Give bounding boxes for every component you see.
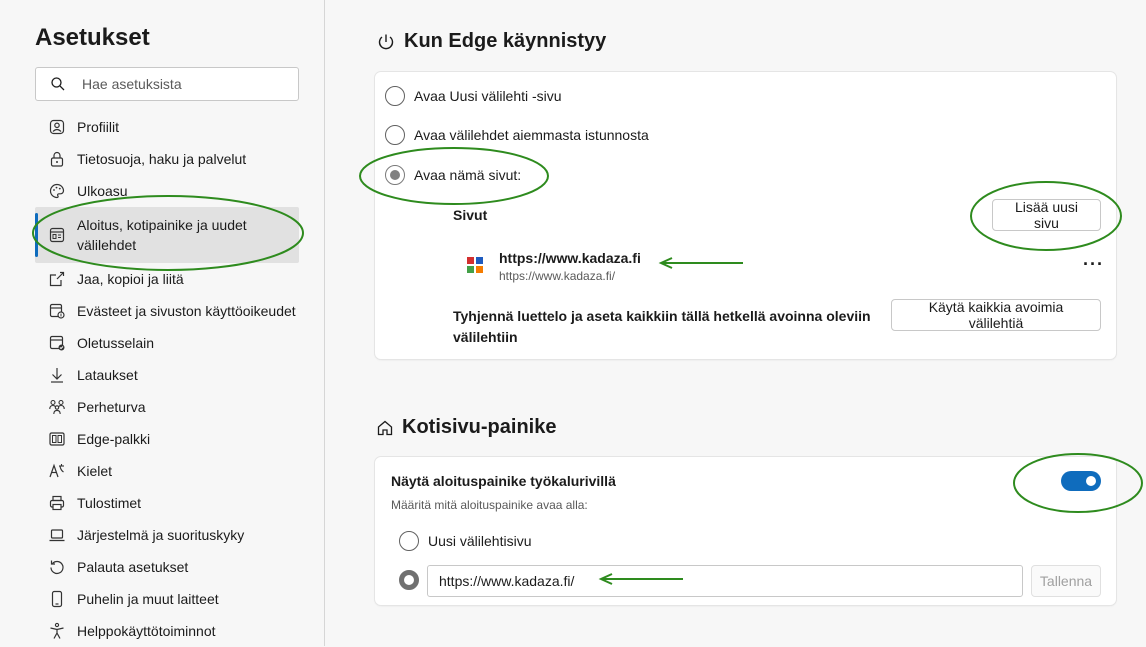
- sidebar-item-label: Edge-palkki: [77, 431, 151, 447]
- sidebar-item-languages[interactable]: Kielet: [35, 455, 299, 487]
- home-option-custom-url[interactable]: [399, 570, 428, 590]
- printer-icon: [49, 495, 65, 511]
- settings-sidebar: Asetukset Profiilit Tietosuoja, haku ja …: [0, 0, 325, 646]
- sidebar-item-label: Tietosuoja, haku ja palvelut: [77, 151, 247, 167]
- search-box[interactable]: [35, 67, 299, 101]
- power-icon: [378, 34, 394, 49]
- sidebar-item-label: Oletusselain: [77, 335, 155, 351]
- sidebar-item-family[interactable]: Perheturva: [35, 391, 299, 423]
- startup-option-specific-pages[interactable]: Avaa nämä sivut:: [385, 165, 521, 185]
- sidebar-nav: Profiilit Tietosuoja, haku ja palvelut U…: [35, 111, 299, 647]
- startup-option-label: Avaa nämä sivut:: [414, 167, 522, 183]
- startup-option-new-tab[interactable]: Avaa Uusi välilehti -sivu: [385, 86, 562, 106]
- sidebar-item-label: Helppokäyttötoiminnot: [77, 623, 216, 639]
- sidebar-item-label: Lataukset: [77, 367, 138, 383]
- use-all-tabs-button[interactable]: Käytä kaikkia avoimia välilehtiä: [891, 299, 1101, 331]
- default-browser-icon: [49, 335, 65, 351]
- accessibility-icon: [50, 622, 64, 639]
- home-button-card: Näytä aloituspainike työkalurivillä Määr…: [375, 457, 1116, 605]
- languages-icon: [49, 463, 64, 478]
- sidebar-item-privacy[interactable]: Tietosuoja, haku ja palvelut: [35, 143, 299, 175]
- home-url-input[interactable]: [427, 565, 1023, 597]
- sidebar-item-downloads[interactable]: Lataukset: [35, 359, 299, 391]
- reset-icon: [50, 560, 64, 575]
- sidebar-item-default-browser[interactable]: Oletusselain: [35, 327, 299, 359]
- sidebar-item-system[interactable]: Järjestelmä ja suorituskyky: [35, 519, 299, 551]
- cookies-icon: [49, 303, 65, 319]
- sidebar-item-label: Jaa, kopioi ja liitä: [77, 271, 184, 287]
- edge-bar-icon: [49, 432, 65, 446]
- download-icon: [51, 368, 63, 383]
- home-icon: [377, 420, 393, 435]
- sidebar-item-label: Tulostimet: [77, 495, 142, 511]
- kadaza-favicon-icon: [467, 257, 483, 273]
- sidebar-item-label: Evästeet ja sivuston käyttöoikeudet: [77, 303, 296, 319]
- sidebar-item-label: Järjestelmä ja suorituskyky: [77, 527, 245, 543]
- sidebar-item-profiles[interactable]: Profiilit: [35, 111, 299, 143]
- phone-icon: [51, 590, 63, 608]
- radio-button-selected[interactable]: [399, 570, 419, 590]
- settings-main: Kun Edge käynnistyy Avaa Uusi välilehti …: [326, 0, 1146, 646]
- family-icon: [49, 399, 65, 415]
- startup-section-title: Kun Edge käynnistyy: [376, 30, 606, 53]
- radio-button-selected[interactable]: [385, 165, 405, 185]
- startup-title-text: Kun Edge käynnistyy: [404, 30, 607, 52]
- profile-icon: [49, 119, 65, 135]
- startup-card: Avaa Uusi välilehti -sivu Avaa välilehde…: [375, 72, 1116, 359]
- startup-option-label: Avaa välilehdet aiemmasta istunnosta: [414, 127, 649, 143]
- search-input[interactable]: [80, 69, 290, 99]
- startup-option-label: Avaa Uusi välilehti -sivu: [414, 88, 562, 104]
- sidebar-item-edge-bar[interactable]: Edge-palkki: [35, 423, 299, 455]
- search-icon: [51, 77, 65, 91]
- start-page-icon: [49, 227, 65, 243]
- sidebar-item-label: Puhelin ja muut laitteet: [77, 591, 219, 607]
- lock-icon: [50, 151, 64, 167]
- sidebar-item-printers[interactable]: Tulostimet: [35, 487, 299, 519]
- sidebar-item-share[interactable]: Jaa, kopioi ja liitä: [35, 263, 299, 295]
- home-button-section-title: Kotisivu-painike: [376, 416, 556, 439]
- sidebar-item-label: Kielet: [77, 463, 113, 479]
- laptop-icon: [49, 529, 65, 542]
- radio-button[interactable]: [399, 531, 419, 551]
- pages-heading: Sivut: [453, 207, 488, 223]
- home-button-hint: Määritä mitä aloituspainike avaa alla:: [391, 498, 588, 512]
- sidebar-item-label: Profiilit: [77, 119, 120, 135]
- startup-option-previous-session[interactable]: Avaa välilehdet aiemmasta istunnosta: [385, 125, 649, 145]
- sidebar-title: Asetukset: [35, 24, 150, 51]
- home-option-new-tab[interactable]: Uusi välilehtisivu: [399, 531, 531, 551]
- home-button-title-text: Kotisivu-painike: [402, 416, 557, 438]
- page-entry-title: https://www.kadaza.fi: [499, 250, 641, 266]
- show-home-button-toggle[interactable]: [1061, 471, 1101, 491]
- radio-button[interactable]: [385, 86, 405, 106]
- radio-button[interactable]: [385, 125, 405, 145]
- palette-icon: [49, 183, 65, 199]
- add-page-button[interactable]: Lisää uusi sivu: [992, 199, 1101, 231]
- sidebar-item-label: Ulkoasu: [77, 183, 128, 199]
- sidebar-item-cookies[interactable]: Evästeet ja sivuston käyttöoikeudet: [35, 295, 299, 327]
- show-home-button-label: Näytä aloituspainike työkalurivillä: [391, 473, 616, 489]
- sidebar-item-start-home-newtab[interactable]: Aloitus, kotipainike ja uudet välilehdet: [35, 207, 299, 263]
- sidebar-item-accessibility[interactable]: Helppokäyttötoiminnot: [35, 615, 299, 647]
- clear-list-text: Tyhjennä luettelo ja aseta kaikkiin täll…: [453, 308, 871, 345]
- sidebar-item-appearance[interactable]: Ulkoasu: [35, 175, 299, 207]
- sidebar-item-label: Perheturva: [77, 399, 146, 415]
- home-option-label: Uusi välilehtisivu: [428, 533, 532, 549]
- sidebar-item-phone[interactable]: Puhelin ja muut laitteet: [35, 583, 299, 615]
- save-button[interactable]: Tallenna: [1031, 565, 1101, 597]
- page-entry-url: https://www.kadaza.fi/: [499, 269, 616, 283]
- sidebar-item-label: Aloitus, kotipainike ja uudet välilehdet: [77, 217, 247, 253]
- sidebar-item-label: Palauta asetukset: [77, 559, 189, 575]
- more-options-button[interactable]: ···: [1083, 254, 1104, 275]
- share-icon: [49, 271, 65, 287]
- sidebar-item-reset[interactable]: Palauta asetukset: [35, 551, 299, 583]
